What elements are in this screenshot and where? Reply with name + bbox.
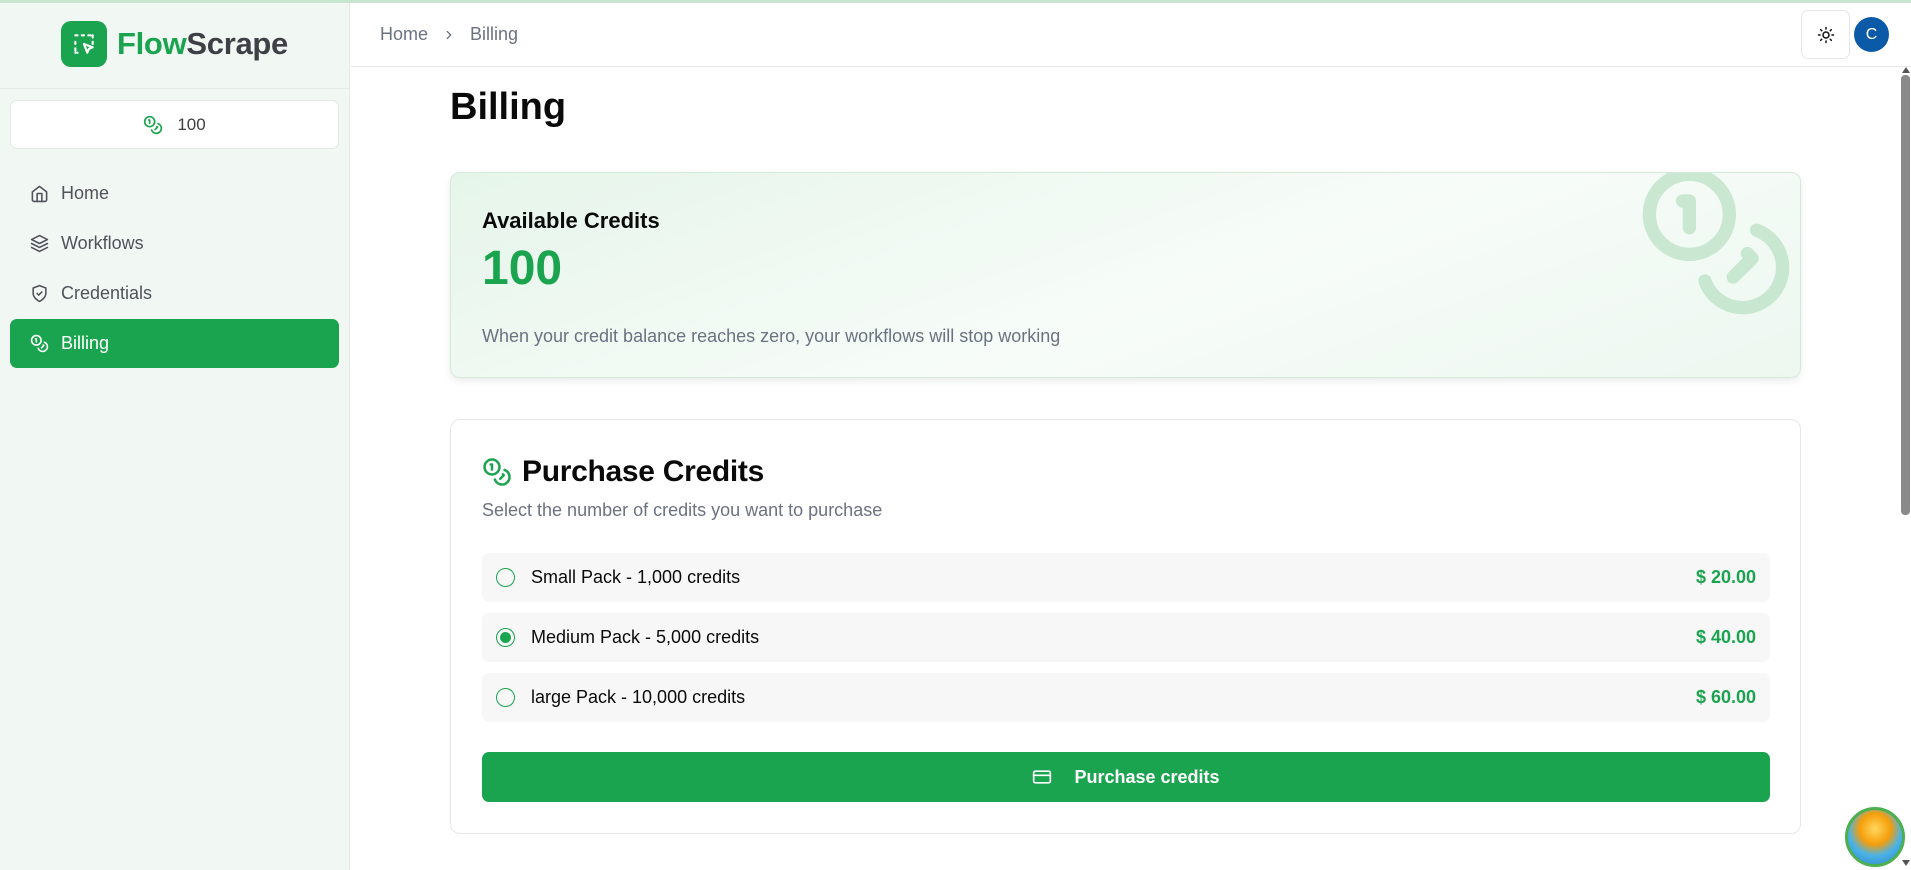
sun-icon [1817, 26, 1834, 43]
brand-name-part1: Flow [116, 26, 187, 61]
available-credits-card: Available Credits 100 When your credit b… [450, 172, 1801, 378]
brand-name: FlowScrape [117, 26, 288, 62]
sidebar-item-label: Workflows [61, 233, 144, 253]
pack-option-large[interactable]: large Pack - 10,000 credits $ 60.00 [482, 673, 1770, 722]
credits-balance-value: 100 [177, 114, 206, 134]
coins-icon [483, 458, 511, 486]
breadcrumb: Home Billing [380, 24, 518, 45]
pack-label: Medium Pack - 5,000 credits [531, 627, 760, 647]
sidebar-item-home[interactable]: Home [10, 169, 339, 218]
sidebar-item-label: Billing [61, 333, 110, 353]
credits-balance-pill[interactable]: 100 [10, 100, 339, 149]
available-credits-title: Available Credits [482, 208, 660, 233]
top-loading-bar [0, 0, 1911, 3]
theme-toggle-button[interactable] [1801, 10, 1850, 59]
pack-label: Small Pack - 1,000 credits [531, 567, 741, 587]
pack-option-medium[interactable]: Medium Pack - 5,000 credits $ 40.00 [482, 613, 1770, 662]
page-title: Billing [450, 86, 567, 128]
breadcrumb-billing[interactable]: Billing [470, 24, 518, 45]
purchase-credits-subtitle: Select the number of credits you want to… [482, 500, 883, 520]
assistant-bubble-icon[interactable] [1845, 807, 1905, 867]
pack-radio-small[interactable] [496, 568, 515, 587]
pack-radio-medium[interactable] [496, 628, 515, 647]
home-icon [31, 185, 48, 203]
purchase-credits-card: Purchase Credits Select the number of cr… [450, 419, 1801, 834]
coins-icon [30, 334, 49, 353]
sidebar-item-label: Home [61, 183, 110, 203]
pack-label: large Pack - 10,000 credits [531, 687, 746, 707]
available-credits-value: 100 [482, 242, 563, 295]
scroll-up-arrow[interactable] [1902, 67, 1910, 73]
pack-option-small[interactable]: Small Pack - 1,000 credits $ 20.00 [482, 553, 1770, 602]
pack-radio-large[interactable] [496, 688, 515, 707]
sidebar-nav: Home Workflows Credentials Billing [10, 169, 339, 369]
coins-icon [144, 115, 163, 134]
brand-name-part2: Scrape [186, 26, 288, 61]
breadcrumb-home[interactable]: Home [380, 24, 428, 45]
brand[interactable]: FlowScrape [0, 0, 349, 89]
pack-price: $ 20.00 [1695, 567, 1756, 587]
layers-icon [30, 234, 49, 253]
user-avatar[interactable]: C [1854, 17, 1889, 52]
page-scrollbar[interactable] [1901, 75, 1910, 515]
sidebar-item-credentials[interactable]: Credentials [10, 269, 339, 318]
chevron-right-icon [446, 30, 452, 39]
scroll-down-arrow[interactable] [1902, 860, 1910, 866]
coins-icon [1642, 173, 1790, 315]
sidebar-item-label: Credentials [61, 283, 153, 303]
pack-price: $ 60.00 [1695, 687, 1756, 707]
purchase-credits-title: Purchase Credits [522, 455, 764, 488]
pack-price: $ 40.00 [1695, 627, 1756, 647]
purchase-credits-header: Purchase Credits [482, 455, 764, 489]
sidebar-item-workflows[interactable]: Workflows [10, 219, 339, 268]
cursor-select-icon [60, 21, 107, 67]
shield-check-icon [32, 284, 47, 303]
top-header: Home Billing C [351, 0, 1911, 67]
purchase-credits-button[interactable]: Purchase credits [482, 752, 1770, 802]
available-credits-note: When your credit balance reaches zero, y… [482, 326, 1061, 346]
purchase-credits-button-label: Purchase credits [1074, 766, 1220, 787]
sidebar-item-billing[interactable]: Billing [10, 319, 339, 368]
sidebar: FlowScrape 100 Home Workflows Credential… [0, 0, 350, 870]
credit-card-icon [1033, 770, 1052, 784]
